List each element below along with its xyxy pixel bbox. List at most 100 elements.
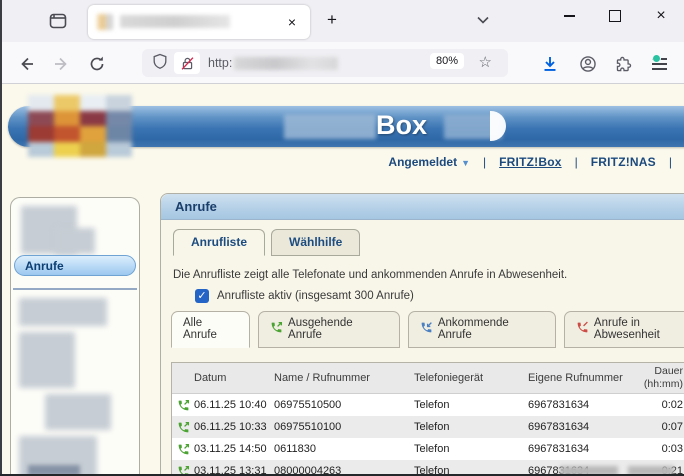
- outgoing-call-icon: [172, 399, 194, 412]
- column-header-name: Name / Rufnummer: [274, 372, 414, 384]
- intro-text: Die Anrufliste zeigt alle Telefonate und…: [173, 269, 684, 281]
- menu-notification-dot: [652, 54, 661, 63]
- cell-dauer: 0:02: [638, 399, 684, 411]
- nav-separator: |: [483, 155, 486, 169]
- cell-geraet: Telefon: [414, 421, 528, 433]
- sidebar-items-redacted: [19, 298, 107, 326]
- column-header-eigene-rufnummer: Eigene Rufnummer: [528, 372, 638, 384]
- zoom-level-badge[interactable]: 80%: [430, 53, 464, 69]
- sidebar-items-redacted: [45, 394, 111, 430]
- tab-waehlhilfe[interactable]: Wählhilfe: [271, 229, 360, 256]
- cell-eigene: 6967831634: [528, 421, 638, 433]
- window-minimize-button[interactable]: [552, 0, 586, 32]
- outgoing-call-icon: [172, 421, 194, 434]
- cell-datum: 06.11.25 10:33: [194, 421, 274, 433]
- reload-button[interactable]: [84, 51, 110, 77]
- cell-eigene: 6967831634: [528, 443, 638, 455]
- table-row[interactable]: 06.11.25 10:40 06975510500 Telefon 69678…: [172, 394, 684, 416]
- filter-tab-ankommende[interactable]: Ankommende Anrufe: [408, 311, 556, 348]
- cell-datum: 06.11.25 10:40: [194, 399, 274, 411]
- nav-link-fritzbox[interactable]: FRITZ!Box: [499, 155, 561, 169]
- table-row[interactable]: 06.11.25 10:33 06975510100 Telefon 69678…: [172, 416, 684, 438]
- extensions-puzzle-icon[interactable]: [611, 51, 637, 77]
- main-tabs: Anrufliste Wählhilfe: [173, 229, 684, 256]
- tab-close-icon[interactable]: ×: [282, 12, 302, 32]
- bookmark-star-icon[interactable]: ☆: [479, 53, 492, 71]
- back-button[interactable]: [14, 51, 40, 77]
- window-close-button[interactable]: ×: [644, 0, 678, 32]
- sidebar-items-redacted: [55, 228, 95, 254]
- incoming-call-icon: [420, 321, 433, 337]
- url-bar[interactable]: http: 80% ☆: [142, 49, 508, 77]
- cell-name: 06975510500: [274, 399, 414, 411]
- session-menu[interactable]: Angemeldet ▼: [388, 155, 470, 169]
- filter-tab-alle-anrufe[interactable]: Alle Anrufe: [171, 311, 250, 348]
- cell-dauer: 0:03: [638, 443, 684, 455]
- new-tab-button[interactable]: +: [320, 8, 344, 32]
- sidebar-items-redacted: [19, 332, 75, 388]
- nav-separator: |: [669, 155, 672, 169]
- top-navigation: Angemeldet ▼ | FRITZ!Box | FRITZ!NAS |: [388, 155, 672, 169]
- fritzbox-banner: Box: [8, 106, 684, 147]
- sidebar-menu: Anrufe: [10, 197, 140, 476]
- browser-titlebar: × + ×: [0, 0, 684, 42]
- forward-button[interactable]: [48, 51, 74, 77]
- list-all-tabs-chevron-icon[interactable]: [475, 12, 495, 32]
- session-label: Angemeldet: [388, 155, 457, 169]
- cell-geraet: Telefon: [414, 443, 528, 455]
- tracking-protection-shield-icon[interactable]: [152, 53, 168, 74]
- column-header-telefoniegeraet: Telefoniegerät: [414, 372, 528, 384]
- window-edge-left: [0, 0, 2, 476]
- nav-separator: |: [575, 155, 578, 169]
- cell-geraet: Telefon: [414, 399, 528, 411]
- tab-anrufliste[interactable]: Anrufliste: [173, 229, 265, 256]
- url-redacted: [234, 57, 338, 70]
- cell-datum: 03.11.25 14:50: [194, 443, 274, 455]
- brand-name-redacted: [284, 114, 376, 139]
- filter-tab-label: Anrufe in Abwesenheit: [594, 317, 684, 341]
- url-scheme-text: http:: [208, 56, 232, 70]
- account-button[interactable]: [575, 51, 601, 77]
- menu-hamburger-icon[interactable]: [646, 51, 672, 77]
- anrufliste-aktiv-checkbox[interactable]: ✓: [195, 289, 209, 303]
- firefox-view-icon[interactable]: [48, 11, 68, 31]
- browser-window: × + × http: 80% ☆: [0, 0, 684, 476]
- outgoing-call-icon: [270, 321, 283, 337]
- cell-eigene: 6967831634: [528, 399, 638, 411]
- cell-name: 06975510100: [274, 421, 414, 433]
- table-header-row: Datum Name / Rufnummer Telefoniegerät Ei…: [172, 363, 684, 394]
- main-panel: Anrufe Anrufliste Wählhilfe Die Anruflis…: [160, 193, 684, 476]
- call-table: Datum Name / Rufnummer Telefoniegerät Ei…: [171, 362, 684, 476]
- brand-visible-text: Box: [376, 110, 427, 141]
- table-row[interactable]: 03.11.25 14:50 0611830 Telefon 696783163…: [172, 438, 684, 460]
- filter-tab-abwesenheit[interactable]: Anrufe in Abwesenheit: [564, 311, 684, 348]
- browser-tab[interactable]: ×: [88, 5, 310, 39]
- window-maximize-button[interactable]: [598, 0, 632, 32]
- filter-tab-label: Ankommende Anrufe: [438, 317, 544, 341]
- insecure-connection-lock-icon[interactable]: [174, 52, 200, 74]
- cell-dauer: 0:07: [638, 421, 684, 433]
- window-close-icon: ×: [656, 8, 665, 24]
- filter-tab-label: Alle Anrufe: [183, 317, 238, 341]
- downloads-button[interactable]: [537, 51, 563, 77]
- missed-call-icon: [576, 321, 589, 337]
- checkmark-icon: ✓: [197, 290, 206, 302]
- filter-tab-ausgehende[interactable]: Ausgehende Anrufe: [258, 311, 400, 348]
- column-header-dauer: Dauer(hh:mm): [638, 365, 684, 390]
- sidebar-divider: [13, 288, 137, 290]
- outgoing-call-icon: [172, 443, 194, 456]
- browser-toolbar: http: 80% ☆: [0, 42, 684, 84]
- session-caret-down-icon: ▼: [461, 158, 470, 168]
- nav-link-fritznas[interactable]: FRITZ!NAS: [591, 155, 656, 169]
- filter-tab-label: Ausgehende Anrufe: [288, 317, 388, 341]
- brand-logo-redacted: [28, 95, 132, 157]
- banner-white-shape: [490, 111, 506, 141]
- tab-title-redacted: [120, 15, 230, 28]
- anrufliste-aktiv-row: ✓ Anrufliste aktiv (insgesamt 300 Anrufe…: [195, 289, 684, 303]
- page-title: Anrufe: [161, 194, 684, 220]
- sidebar-item-anrufe[interactable]: Anrufe: [14, 255, 136, 276]
- tab-favicon-redacted: [97, 14, 113, 30]
- column-header-datum: Datum: [194, 372, 274, 384]
- checkbox-label: Anrufliste aktiv (insgesamt 300 Anrufe): [217, 290, 414, 302]
- call-filter-tabs: Alle Anrufe Ausgehende Anrufe Ankommende…: [171, 311, 684, 348]
